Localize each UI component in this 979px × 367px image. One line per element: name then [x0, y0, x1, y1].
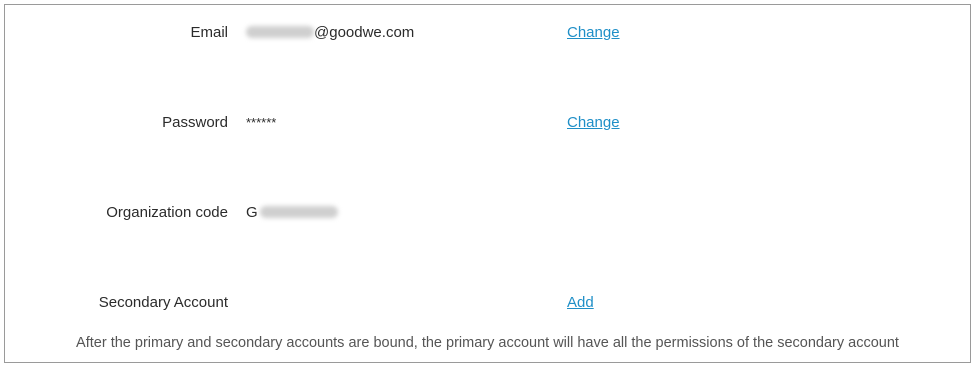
- change-password-link[interactable]: Change: [567, 111, 620, 135]
- change-email-link[interactable]: Change: [567, 21, 620, 45]
- organization-code-label: Organization code: [106, 204, 228, 221]
- organization-code-redacted: [259, 206, 338, 219]
- secondary-account-label: Secondary Account: [98, 294, 228, 311]
- password-value: ******: [246, 115, 277, 130]
- account-settings-panel: Email @goodwe.com Change Password ******…: [4, 4, 971, 363]
- secondary-account-row: Secondary Account Add: [5, 291, 970, 315]
- organization-code-prefix: G: [246, 204, 258, 221]
- password-label: Password: [162, 114, 228, 131]
- email-domain: @goodwe.com: [314, 24, 415, 41]
- email-row: Email @goodwe.com Change: [5, 21, 970, 45]
- organization-code-value: G: [246, 201, 338, 225]
- password-row: Password ****** Change: [5, 111, 970, 135]
- email-value: @goodwe.com: [246, 21, 414, 45]
- add-secondary-account-link[interactable]: Add: [567, 291, 594, 315]
- organization-code-row: Organization code G: [5, 201, 970, 225]
- email-label: Email: [190, 24, 228, 41]
- binding-note: After the primary and secondary accounts…: [76, 335, 899, 351]
- email-redacted: [246, 26, 314, 39]
